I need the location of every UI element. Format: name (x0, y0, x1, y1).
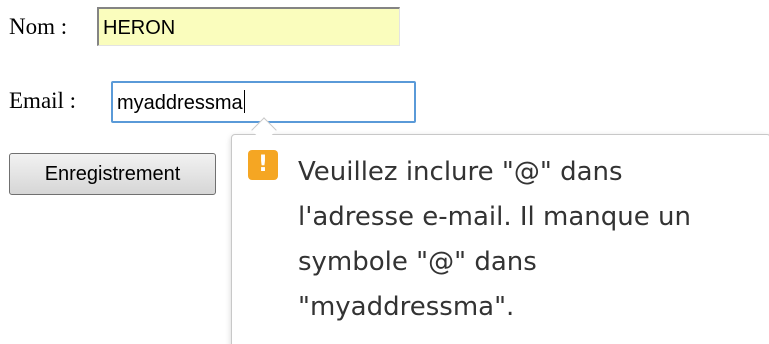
nom-field-value: HERON (103, 17, 176, 39)
validation-message: Veuillez inclure "@" dans l'adresse e-ma… (298, 157, 691, 322)
warning-icon: ! (248, 150, 278, 180)
save-button[interactable]: Enregistrement (9, 153, 216, 195)
nom-field[interactable]: HERON (97, 7, 400, 46)
nom-label: Nom : (9, 14, 68, 39)
email-label: Email : (9, 88, 77, 113)
email-field-value: myaddressma (117, 92, 243, 114)
text-caret (243, 90, 245, 113)
